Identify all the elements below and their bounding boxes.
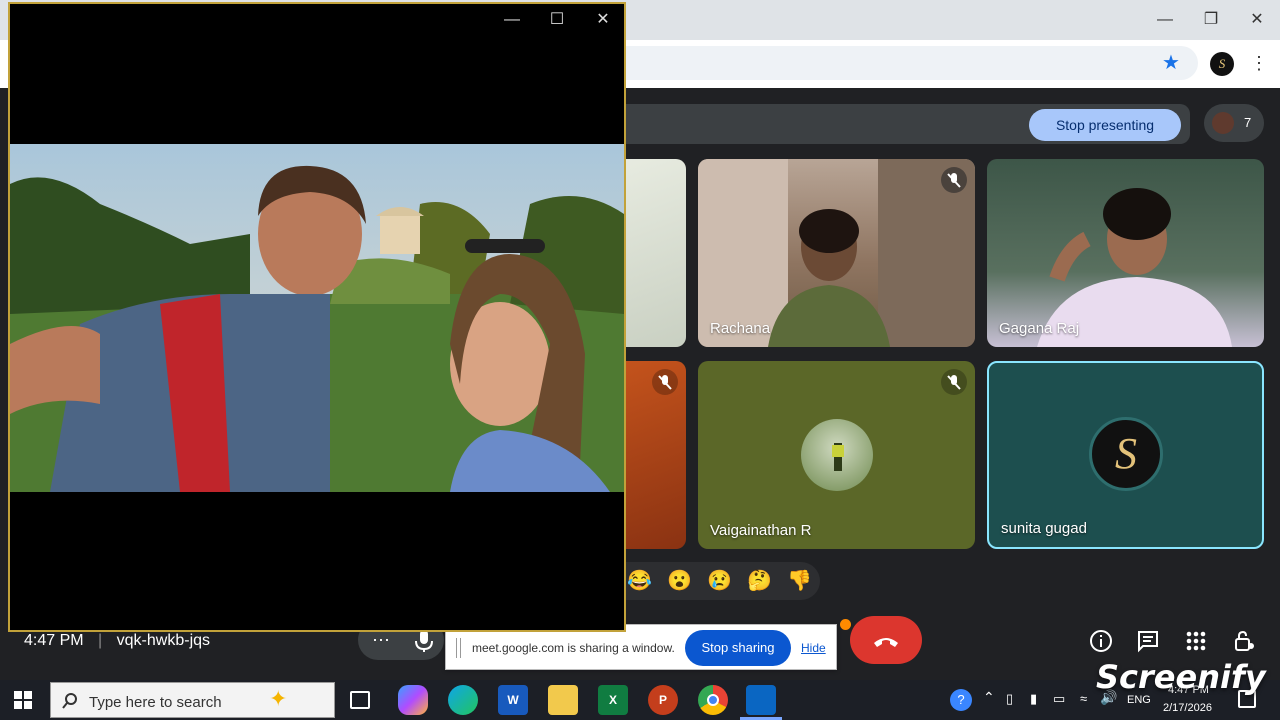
participants-button[interactable]: 7	[1204, 104, 1264, 142]
hang-up-icon	[874, 638, 898, 647]
chat-icon[interactable]	[1135, 628, 1161, 654]
participant-avatars-icon	[1212, 112, 1234, 134]
sharing-notice-text: meet.google.com is sharing a window.	[472, 641, 675, 655]
copilot-icon[interactable]	[398, 685, 428, 715]
participant-count: 7	[1244, 115, 1252, 130]
microphone-tray-icon[interactable]: ▮	[1030, 691, 1037, 707]
file-explorer-icon[interactable]	[548, 685, 578, 715]
activities-grid-icon[interactable]	[1183, 628, 1209, 654]
emoji-surprised-button[interactable]: 😮	[667, 568, 692, 594]
word-icon[interactable]: W	[498, 685, 528, 715]
close-icon[interactable]: ✕	[588, 8, 618, 32]
partial-tile-top[interactable]	[626, 159, 686, 347]
maximize-icon[interactable]: ☐	[542, 8, 572, 32]
show-hidden-icons-icon[interactable]: ⌃	[983, 689, 995, 706]
bookmark-star-icon[interactable]: ★	[1162, 50, 1180, 75]
participant-tile-gagana-raj[interactable]: Gagana Raj	[987, 159, 1264, 347]
address-bar[interactable]	[620, 46, 1198, 80]
stop-presenting-button[interactable]: Stop presenting	[1029, 109, 1181, 141]
screen: — ❐ ✕ ★ S ⋮ Stop presenting 7 Rachana Ga…	[0, 0, 1280, 720]
chrome-icon[interactable]	[698, 685, 728, 715]
meeting-time: 4:47 PM	[24, 632, 84, 649]
close-icon[interactable]: ✕	[1242, 8, 1272, 32]
participant-name: Gagana Raj	[999, 320, 1080, 337]
gagana-raj-video	[1037, 188, 1232, 347]
excel-icon[interactable]: X	[598, 685, 628, 715]
screen-recorder-icon[interactable]	[746, 685, 776, 715]
participant-tile-vaigainathan-r[interactable]: Vaigainathan R	[698, 361, 975, 549]
selfie-photo	[10, 144, 624, 492]
meeting-info: 4:47 PM | vqk-hwkb-jqs	[24, 632, 210, 650]
clock-date[interactable]: 2/17/2026	[1163, 702, 1212, 714]
search-placeholder: Type here to search	[89, 694, 222, 711]
watermark-text: Screenify	[1096, 658, 1266, 696]
search-icon	[62, 693, 77, 709]
meeting-details-icon[interactable]	[1088, 628, 1114, 654]
picture-in-picture-window[interactable]: — ☐ ✕	[8, 2, 626, 632]
help-icon[interactable]: ?	[950, 689, 972, 711]
search-highlight-icon: ✦	[269, 686, 288, 711]
edge-icon[interactable]	[448, 685, 478, 715]
task-view-icon[interactable]	[350, 691, 370, 709]
mic-off-icon	[652, 369, 678, 395]
avatar	[801, 419, 873, 491]
wifi-icon[interactable]: ≈	[1080, 691, 1087, 706]
recording-dot-icon	[840, 619, 851, 630]
chrome-menu-icon[interactable]: ⋮	[1250, 52, 1268, 74]
participant-tile-sunita-gugad[interactable]: S sunita gugad	[987, 361, 1264, 549]
drag-handle-icon[interactable]	[456, 638, 461, 658]
emoji-laugh-button[interactable]: 😂	[627, 568, 652, 594]
emoji-thumbs-down-button[interactable]: 👎	[787, 568, 812, 594]
reactions-bar: 😂 😮 😢 🤔 👎	[625, 562, 820, 600]
avatar: S	[1089, 417, 1163, 491]
mic-off-icon	[941, 167, 967, 193]
powerpoint-icon[interactable]: P	[648, 685, 678, 715]
meeting-code: vqk-hwkb-jqs	[116, 632, 211, 649]
host-controls-icon[interactable]	[1231, 628, 1257, 654]
emoji-sad-button[interactable]: 😢	[707, 568, 732, 594]
minimize-icon[interactable]: —	[1150, 8, 1180, 32]
leave-call-button[interactable]	[850, 616, 922, 664]
restore-icon[interactable]: ❐	[1196, 8, 1226, 32]
taskbar-search-box[interactable]: Type here to search ✦	[50, 682, 335, 718]
participant-name: Vaigainathan R	[710, 522, 812, 539]
windows-start-icon[interactable]	[14, 691, 32, 709]
chrome-profile-avatar[interactable]: S	[1210, 52, 1234, 76]
battery-icon[interactable]: ▭	[1053, 691, 1065, 707]
participant-name: sunita gugad	[1001, 520, 1087, 537]
partial-tile-bottom[interactable]	[626, 361, 686, 549]
windows-taskbar: Type here to search ✦ W X P ? ⌃ ▯ ▮ ▭ ≈ …	[0, 680, 1280, 720]
device-icon[interactable]: ▯	[1006, 691, 1013, 707]
mic-off-icon	[941, 369, 967, 395]
divider: |	[98, 632, 103, 649]
rachana-video	[698, 159, 975, 347]
participant-tile-rachana[interactable]: Rachana	[698, 159, 975, 347]
hide-link[interactable]: Hide	[801, 641, 826, 655]
emoji-thinking-button[interactable]: 🤔	[747, 568, 772, 594]
stop-sharing-button[interactable]: Stop sharing	[685, 630, 791, 666]
participant-name: Rachana	[710, 320, 771, 337]
shared-video-frame	[10, 144, 624, 492]
minimize-icon[interactable]: —	[497, 8, 527, 32]
